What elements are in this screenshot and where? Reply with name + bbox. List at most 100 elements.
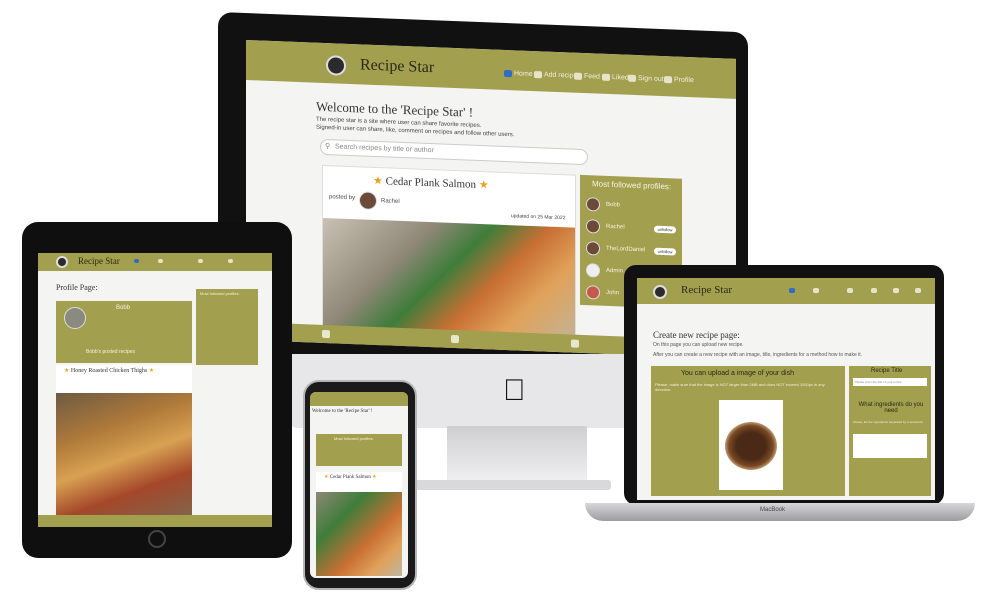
laptop-navbar: Recipe Star bbox=[637, 278, 935, 304]
intro-text-2: After you can create a new recipe with a… bbox=[653, 352, 862, 358]
laptop-brand-label: MacBook bbox=[760, 507, 786, 513]
ingredients-label: What ingredients do you need bbox=[858, 402, 924, 414]
profile-name[interactable]: Admin bbox=[606, 268, 623, 275]
star-icon: ★ bbox=[478, 178, 489, 192]
home-icon[interactable] bbox=[134, 259, 139, 263]
nav-sign-out[interactable]: Sign out bbox=[628, 74, 664, 84]
profile-row[interactable]: Rachel bbox=[586, 219, 625, 234]
posted-by-label: posted by bbox=[329, 194, 356, 202]
sidebar-title: Most followed profiles: bbox=[592, 179, 672, 192]
sign-out-icon[interactable] bbox=[893, 288, 899, 293]
profile-icon bbox=[664, 76, 672, 84]
star-icon: ★ bbox=[148, 368, 155, 374]
recipe-image[interactable] bbox=[56, 393, 192, 525]
nav-profile-label: Profile bbox=[674, 76, 694, 85]
profile-row[interactable]: Bobb bbox=[586, 197, 620, 212]
recipe-title[interactable]: ★ Cedar Plank Salmon ★ bbox=[324, 474, 377, 480]
upload-note: Please, make sure that the image is NOT … bbox=[655, 382, 825, 392]
recipe-card[interactable]: ★ Honey Roasted Chicken Thighs ★ bbox=[56, 365, 192, 525]
star-icon: ★ bbox=[64, 368, 70, 374]
imac-stand bbox=[447, 426, 587, 484]
profile-row[interactable]: Admin bbox=[586, 263, 623, 278]
logo-icon[interactable] bbox=[653, 285, 667, 299]
feed-icon[interactable] bbox=[847, 288, 853, 293]
avatar[interactable] bbox=[586, 285, 600, 300]
recipe-card[interactable]: ★ Cedar Plank Salmon ★ bbox=[316, 472, 402, 576]
updated-date: updated on 25 Mar 2022 bbox=[511, 213, 566, 222]
sidebar-title: Most followed profiles: bbox=[200, 291, 240, 296]
recipe-title-input[interactable]: Please enter the title of your recipe bbox=[853, 378, 927, 386]
unfollow-button[interactable]: unfollow bbox=[654, 225, 676, 234]
tablet-screen: Recipe Star Profile Page: Bobb Bobb's po… bbox=[38, 253, 272, 527]
nav-add-recipe-label: Add recipe bbox=[544, 71, 578, 80]
sign-out-icon bbox=[628, 74, 636, 82]
feed-icon bbox=[574, 72, 582, 80]
profile-name[interactable]: Bobb bbox=[606, 202, 620, 209]
profiles-sidebar: Most followed profiles: bbox=[316, 434, 402, 466]
home-icon[interactable] bbox=[789, 288, 795, 293]
home-icon bbox=[504, 69, 512, 78]
recipe-form-panel: Recipe Title Please enter the title of y… bbox=[849, 366, 931, 496]
page-title: Profile Page: bbox=[56, 283, 98, 292]
nav-home[interactable]: Home bbox=[504, 69, 533, 78]
avatar[interactable] bbox=[586, 263, 600, 278]
welcome-title: Welcome to the 'Recipe Star' ! bbox=[312, 409, 373, 414]
ingredients-input[interactable] bbox=[853, 434, 927, 458]
add-icon[interactable] bbox=[158, 259, 163, 263]
nav-sign-out-label: Sign out bbox=[638, 75, 664, 84]
profile-row[interactable]: John bbox=[586, 285, 619, 300]
twitter-icon[interactable] bbox=[571, 339, 579, 348]
logo-icon[interactable] bbox=[326, 55, 346, 76]
avatar[interactable] bbox=[586, 197, 600, 212]
recipe-title[interactable]: ★ Honey Roasted Chicken Thighs ★ bbox=[64, 367, 154, 374]
recipe-title-text: Cedar Plank Salmon bbox=[329, 475, 371, 480]
sidebar-title: Most followed profiles: bbox=[334, 436, 374, 441]
search-input[interactable]: ⚲ Search recipes by title or author bbox=[320, 138, 588, 166]
instagram-icon[interactable] bbox=[451, 334, 459, 344]
profile-name[interactable]: TheLordDaniel bbox=[606, 246, 645, 254]
recipe-title-text: Honey Roasted Chicken Thighs bbox=[70, 368, 148, 374]
unfollow-button[interactable]: unfollow bbox=[654, 247, 676, 256]
profile-card: Bobb Bobb's posted recipes bbox=[56, 301, 192, 363]
nav-add-recipe[interactable]: Add recipe bbox=[534, 71, 577, 80]
recipe-title[interactable]: ★ Cedar Plank Salmon ★ bbox=[373, 174, 489, 191]
heart-icon[interactable] bbox=[198, 259, 203, 263]
brand-title[interactable]: Recipe Star bbox=[360, 56, 434, 77]
add-icon[interactable] bbox=[813, 288, 819, 293]
avatar[interactable] bbox=[586, 241, 600, 256]
logo-icon[interactable] bbox=[56, 256, 68, 268]
nav-profile[interactable]: Profile bbox=[664, 76, 694, 84]
tablet-navbar: Recipe Star bbox=[38, 253, 272, 271]
nav-liked[interactable]: Liked bbox=[602, 73, 629, 82]
brand-title[interactable]: Recipe Star bbox=[681, 284, 732, 296]
recipe-image[interactable] bbox=[316, 492, 402, 576]
profile-name[interactable]: John bbox=[606, 290, 619, 297]
profile-name[interactable]: Rachel bbox=[606, 224, 625, 231]
star-icon: ★ bbox=[372, 475, 377, 480]
search-placeholder: Search recipes by title or author bbox=[335, 143, 434, 155]
author-name[interactable]: Rachel bbox=[381, 198, 400, 205]
profile-icon[interactable] bbox=[228, 259, 233, 263]
profile-icon[interactable] bbox=[915, 288, 921, 293]
author-avatar[interactable] bbox=[359, 191, 377, 211]
home-button bbox=[148, 530, 166, 548]
heart-icon[interactable] bbox=[871, 288, 877, 293]
facebook-icon[interactable] bbox=[322, 329, 330, 339]
ingredients-note: Please, list the ingredients separated b… bbox=[853, 420, 924, 424]
dish-image[interactable] bbox=[719, 400, 783, 490]
imac-stand-base bbox=[415, 480, 611, 490]
recipe-card[interactable]: ★ Cedar Plank Salmon ★ posted by Rachel … bbox=[322, 164, 576, 358]
nav-feed-label: Feed bbox=[584, 72, 600, 81]
profiles-sidebar: Most followed profiles: bbox=[196, 289, 258, 365]
nav-feed[interactable]: Feed bbox=[574, 72, 600, 81]
upload-title: You can upload a image of your dish bbox=[681, 370, 794, 377]
tablet-footer bbox=[38, 515, 272, 527]
brand-title[interactable]: Recipe Star bbox=[78, 256, 120, 266]
avatar[interactable] bbox=[586, 219, 600, 234]
welcome-text-2: Signed-in user can share, like, comment … bbox=[316, 124, 515, 139]
page-title: Create new recipe page: bbox=[653, 330, 740, 340]
recipe-title-text: Cedar Plank Salmon bbox=[385, 175, 477, 191]
posted-recipes-heading: Bobb's posted recipes bbox=[86, 349, 136, 355]
profile-row[interactable]: TheLordDaniel bbox=[586, 241, 645, 257]
apple-logo-icon:  bbox=[503, 374, 526, 408]
